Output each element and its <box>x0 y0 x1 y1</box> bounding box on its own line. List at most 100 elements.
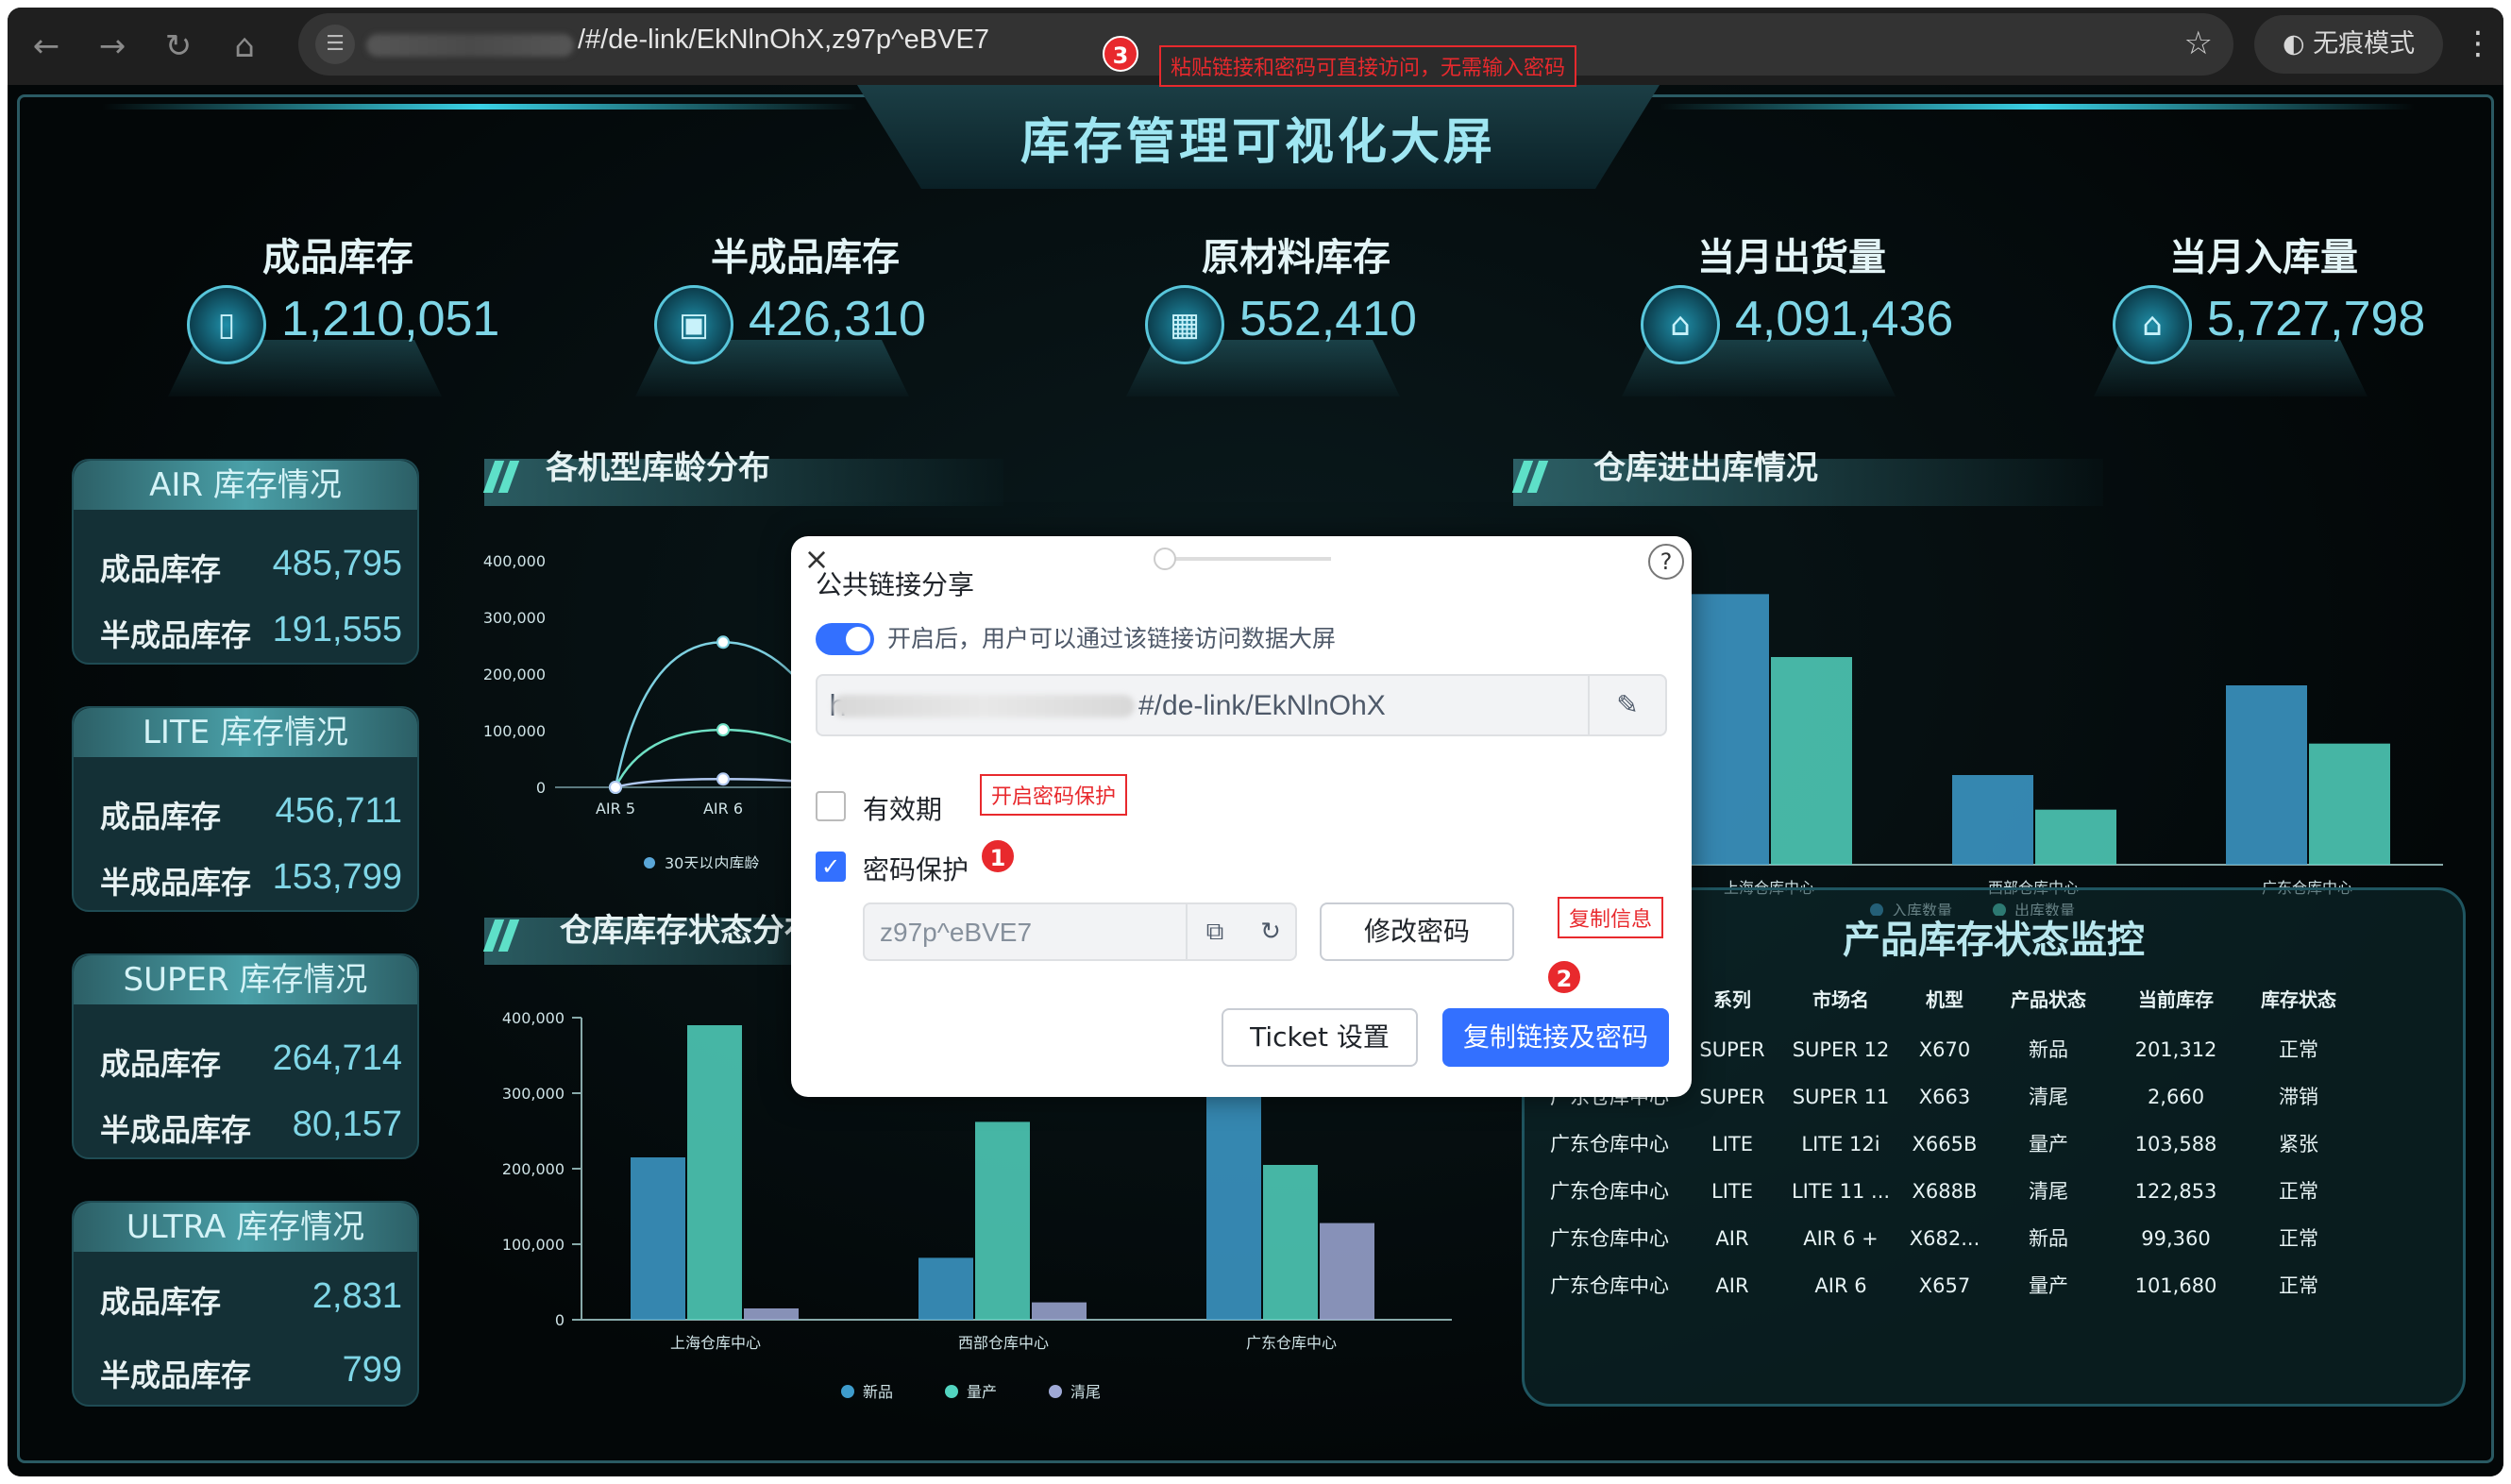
table-cell: X663 <box>1918 1086 1971 1108</box>
kpi-raw: 原材料库存 ▦ 552,410 <box>1126 227 1466 396</box>
row-label: 成品库存 <box>100 1046 222 1082</box>
table-cell: 广东仓库中心 <box>1550 1133 1669 1155</box>
side-card-row: 成品库存 456,711 <box>100 791 402 836</box>
table-cell: 紧张 <box>2279 1133 2318 1155</box>
title-bar: 库存管理可视化大屏 <box>857 85 1660 189</box>
y-tick-label: 0 <box>536 779 546 797</box>
y-tick-label: 100,000 <box>483 722 546 740</box>
table-cell: 滞销 <box>2279 1086 2318 1108</box>
table-cell: 正常 <box>2279 1274 2318 1297</box>
edit-icon[interactable]: ✎ <box>1588 676 1665 734</box>
table-header: 系列 <box>1713 988 1751 1011</box>
side-card-row: 成品库存 2,831 <box>100 1276 402 1322</box>
drag-handle-track <box>1161 557 1331 561</box>
copy-link-password-button[interactable]: 复制链接及密码 <box>1442 1008 1669 1067</box>
incognito-icon: ◐ <box>2283 29 2314 59</box>
side-card-title: LITE 库存情况 <box>74 708 417 757</box>
table-row: 广东仓库中心 LITE LITE 11 ... X688B 清尾 122,853 正常 <box>1543 1168 2450 1215</box>
side-card-title: SUPER 库存情况 <box>74 955 417 1004</box>
kpi-value: 552,410 <box>1239 292 1417 346</box>
refresh-icon[interactable]: ↻ <box>1242 904 1299 959</box>
x-tick-label: AIR 5 <box>596 800 635 818</box>
y-tick-label: 300,000 <box>502 1085 565 1103</box>
legend-label: 新品 <box>863 1383 893 1401</box>
bar <box>1952 775 2033 865</box>
row-label: 半成品库存 <box>100 865 252 901</box>
row-label: 半成品库存 <box>100 617 252 653</box>
y-tick-label: 200,000 <box>502 1160 565 1178</box>
forward-icon[interactable]: → <box>91 25 134 68</box>
link-field[interactable]: h #/de-link/EkNlnOhX ✎ <box>816 674 1667 736</box>
kpi-value: 1,210,051 <box>281 292 500 346</box>
table-cell: X657 <box>1918 1274 1971 1297</box>
legend-swatch <box>1049 1385 1062 1398</box>
annotation-paste-note: 粘贴链接和密码可直接访问，无需输入密码 <box>1159 45 1577 87</box>
table-row: 广东仓库中心 AIR AIR 6 X657 量产 101,680 正常 <box>1543 1262 2450 1309</box>
row-label: 半成品库存 <box>100 1358 252 1393</box>
password-field[interactable]: z97p^eBVE7 ⧉ ↻ <box>863 902 1297 961</box>
table-cell: 122,853 <box>2134 1180 2217 1203</box>
annotation-copy-note: 复制信息 <box>1558 897 1664 938</box>
table-cell: LITE <box>1711 1133 1753 1155</box>
back-icon[interactable]: ← <box>25 25 68 68</box>
table-cell: 新品 <box>2029 1227 2068 1250</box>
row-value: 264,714 <box>272 1038 402 1078</box>
table-cell: 103,588 <box>2134 1133 2217 1155</box>
password-checkbox[interactable]: ✓ <box>816 852 846 882</box>
table-cell: 广东仓库中心 <box>1550 1274 1669 1297</box>
copy-icon[interactable]: ⧉ <box>1186 904 1242 959</box>
kpi-finished: 成品库存 ▯ 1,210,051 <box>168 227 508 396</box>
y-tick-label: 400,000 <box>483 552 546 570</box>
incognito-badge[interactable]: ◐ 无痕模式 <box>2254 15 2443 74</box>
x-tick-label: AIR 6 <box>703 800 743 818</box>
legend-swatch <box>841 1385 854 1398</box>
annotation-pwd-note: 开启密码保护 <box>980 774 1128 816</box>
kpi-label: 成品库存 <box>262 236 413 279</box>
annotation-marker-3: 3 <box>1103 36 1138 72</box>
menu-more-icon[interactable]: ⋮ <box>2462 25 2494 62</box>
help-icon[interactable]: ? <box>1648 544 1684 580</box>
bar <box>2226 685 2307 865</box>
password-label: 密码保护 <box>863 854 969 885</box>
table-cell: AIR <box>1715 1227 1749 1250</box>
table-cell: 99,360 <box>2141 1227 2211 1250</box>
y-tick-label: 400,000 <box>502 1010 565 1027</box>
side-card-row: 半成品库存 80,157 <box>100 1105 402 1150</box>
bar <box>631 1157 685 1320</box>
side-card-title: AIR 库存情况 <box>74 461 417 510</box>
bookmark-star-icon[interactable]: ☆ <box>2184 25 2213 62</box>
public-link-toggle[interactable] <box>816 623 874 655</box>
blurred-host <box>366 34 574 57</box>
ticket-settings-button[interactable]: Ticket 设置 <box>1222 1008 1418 1067</box>
table-cell: X688B <box>1912 1180 1978 1203</box>
kpi-semi: 半成品库存 ▣ 426,310 <box>635 227 975 396</box>
title-wing-right <box>1660 104 2415 110</box>
io-bar-chart: 上海仓库中心西部仓库中心广东仓库中心入库数量出库数量 <box>1688 594 2443 916</box>
drag-handle[interactable] <box>1154 548 1176 570</box>
home-icon[interactable]: ⌂ <box>223 25 266 68</box>
expiry-checkbox[interactable] <box>816 791 846 821</box>
row-value: 191,555 <box>272 610 402 649</box>
table-cell: 2,660 <box>2147 1086 2205 1108</box>
side-card-air: AIR 库存情况 成品库存 485,795 半成品库存 191,555 <box>72 459 419 665</box>
bar <box>2035 809 2116 865</box>
table-cell: 正常 <box>2279 1038 2318 1061</box>
dashboard-title: 库存管理可视化大屏 <box>1020 114 1496 171</box>
table-cell: X670 <box>1918 1038 1971 1061</box>
table-header: 库存状态 <box>2261 988 2336 1011</box>
title-wing-left <box>102 104 857 110</box>
section-title-age: 各机型库龄分布 <box>546 449 770 487</box>
y-tick-label: 300,000 <box>483 609 546 627</box>
warehouse-out-icon: ⌂ <box>1641 285 1720 364</box>
table-header: 当前库存 <box>2138 988 2214 1011</box>
y-tick-label: 100,000 <box>502 1236 565 1254</box>
reload-icon[interactable]: ↻ <box>157 25 200 68</box>
change-password-button[interactable]: 修改密码 <box>1320 902 1514 961</box>
side-card-super: SUPER 库存情况 成品库存 264,714 半成品库存 80,157 <box>72 953 419 1159</box>
data-point <box>609 781 622 794</box>
bar <box>1263 1165 1318 1320</box>
x-tick-label: 广东仓库中心 <box>1246 1334 1337 1352</box>
table-cell: 量产 <box>2029 1274 2068 1297</box>
table-cell: 正常 <box>2279 1227 2318 1250</box>
site-settings-icon[interactable]: ☰ <box>315 25 355 64</box>
